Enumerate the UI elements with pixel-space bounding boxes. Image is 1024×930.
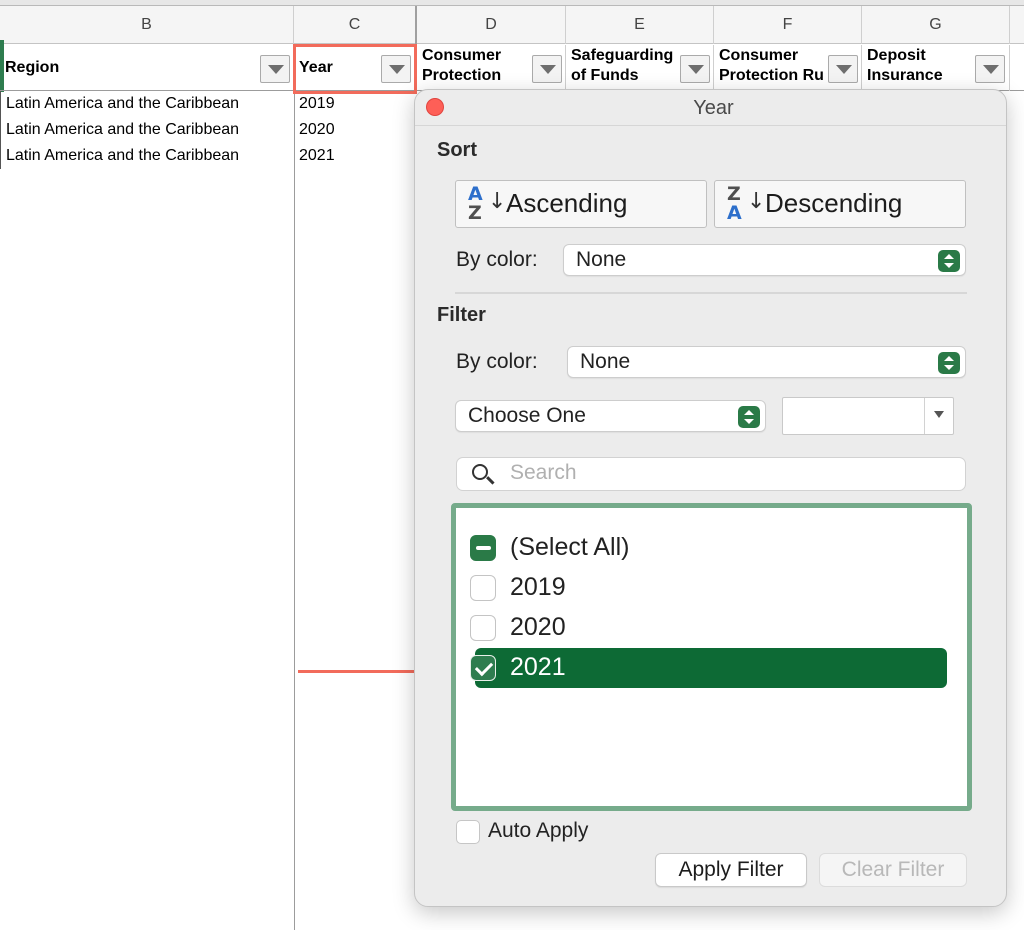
select-all-label: (Select All)	[510, 533, 630, 561]
value-label: 2020	[510, 613, 566, 641]
down-arrow-icon: ↓	[488, 189, 507, 214]
header-cell-consumer-protection-rules[interactable]: Consumer Protection Ru	[714, 45, 862, 91]
search-icon	[472, 464, 488, 480]
column-header-c[interactable]: C	[294, 6, 417, 44]
header-cell-consumer-protection[interactable]: Consumer Protection	[417, 45, 566, 91]
sort-descending-button[interactable]: ZA ↓ Descending	[714, 180, 966, 228]
select-stepper-icon	[938, 250, 960, 272]
sort-ascending-button[interactable]: AZ ↓ Ascending	[455, 180, 707, 228]
filter-dropdown-deposit-insurance[interactable]	[975, 55, 1005, 83]
descending-label: Descending	[765, 188, 903, 218]
sort-az-icon: AZ	[468, 183, 483, 224]
filter-by-color-select[interactable]: None	[567, 346, 966, 378]
annotation-arrow	[298, 670, 428, 673]
section-divider	[455, 292, 967, 294]
table-left-border	[0, 91, 1, 169]
table-row-year[interactable]: 2020	[299, 117, 335, 143]
filter-section-title: Filter	[437, 304, 486, 326]
sort-by-color-select[interactable]: None	[563, 244, 966, 276]
column-header-bar: B C D E F G	[0, 6, 1024, 44]
header-safeguarding-label: Safeguarding of Funds	[571, 47, 674, 84]
search-placeholder: Search	[510, 461, 577, 484]
popover-title: Year	[693, 97, 734, 119]
clear-filter-button[interactable]: Clear Filter	[819, 853, 967, 887]
table-row-year[interactable]: 2021	[299, 143, 335, 169]
column-header-f[interactable]: F	[714, 6, 862, 44]
header-cell-deposit-insurance[interactable]: Deposit Insurance	[862, 45, 1010, 91]
table-row-region[interactable]: Latin America and the Caribbean	[6, 91, 239, 117]
sort-section-title: Sort	[437, 139, 477, 161]
combobox-separator	[924, 398, 925, 434]
filter-dropdown-consumer-protection[interactable]	[532, 55, 562, 83]
value-checkbox-checked[interactable]	[470, 655, 496, 681]
header-deposit-insurance-label: Deposit Insurance	[867, 47, 943, 84]
close-icon[interactable]	[426, 98, 444, 116]
table-header-row: Region Year Consumer Protection Safeguar…	[0, 45, 1024, 91]
value-checkbox[interactable]	[470, 615, 496, 641]
header-consumer-protection-rules-label: Consumer Protection Ru	[719, 47, 824, 84]
filter-popover: Year Sort AZ ↓ Ascending ZA ↓ Descending…	[414, 89, 1007, 907]
filter-by-color-label: By color:	[456, 350, 538, 373]
sort-za-icon: ZA	[727, 183, 742, 224]
header-cell-safeguarding[interactable]: Safeguarding of Funds	[566, 45, 714, 91]
column-header-e[interactable]: E	[566, 6, 714, 44]
filter-dropdown-safeguarding[interactable]	[680, 55, 710, 83]
column-header-d[interactable]: D	[417, 6, 566, 44]
filter-dropdown-consumer-protection-rules[interactable]	[828, 55, 858, 83]
condition-value-combobox[interactable]	[782, 397, 954, 435]
search-input[interactable]: Search	[456, 457, 966, 491]
header-consumer-protection-label: Consumer Protection	[422, 47, 502, 84]
sort-by-color-value: None	[576, 248, 627, 271]
sort-by-color-label: By color:	[456, 248, 538, 271]
value-label: 2021	[510, 653, 566, 681]
table-row-year[interactable]: 2019	[299, 91, 335, 117]
select-all-checkbox[interactable]	[470, 535, 496, 561]
column-divider	[294, 91, 295, 930]
apply-filter-button[interactable]: Apply Filter	[655, 853, 807, 887]
header-region-label: Region	[5, 59, 60, 76]
header-cell-region[interactable]: Region	[0, 45, 294, 91]
column-header-b[interactable]: B	[0, 6, 294, 44]
popover-titlebar: Year	[415, 90, 1006, 126]
select-stepper-icon	[938, 352, 960, 374]
value-label: 2019	[510, 573, 566, 601]
table-row-region[interactable]: Latin America and the Caribbean	[6, 117, 239, 143]
table-row-region[interactable]: Latin America and the Caribbean	[6, 143, 239, 169]
down-arrow-icon: ↓	[747, 189, 766, 214]
condition-select[interactable]: Choose One	[455, 400, 766, 432]
chevron-down-icon[interactable]	[934, 411, 944, 418]
select-stepper-icon	[738, 406, 760, 428]
column-header-g[interactable]: G	[862, 6, 1010, 44]
year-header-annotation-box	[293, 44, 417, 94]
auto-apply-label: Auto Apply	[488, 819, 589, 842]
filter-dropdown-region[interactable]	[260, 55, 290, 83]
ascending-label: Ascending	[506, 188, 628, 218]
filter-by-color-value: None	[580, 350, 631, 373]
value-checkbox[interactable]	[470, 575, 496, 601]
auto-apply-checkbox[interactable]	[456, 820, 480, 844]
condition-value: Choose One	[468, 404, 586, 427]
